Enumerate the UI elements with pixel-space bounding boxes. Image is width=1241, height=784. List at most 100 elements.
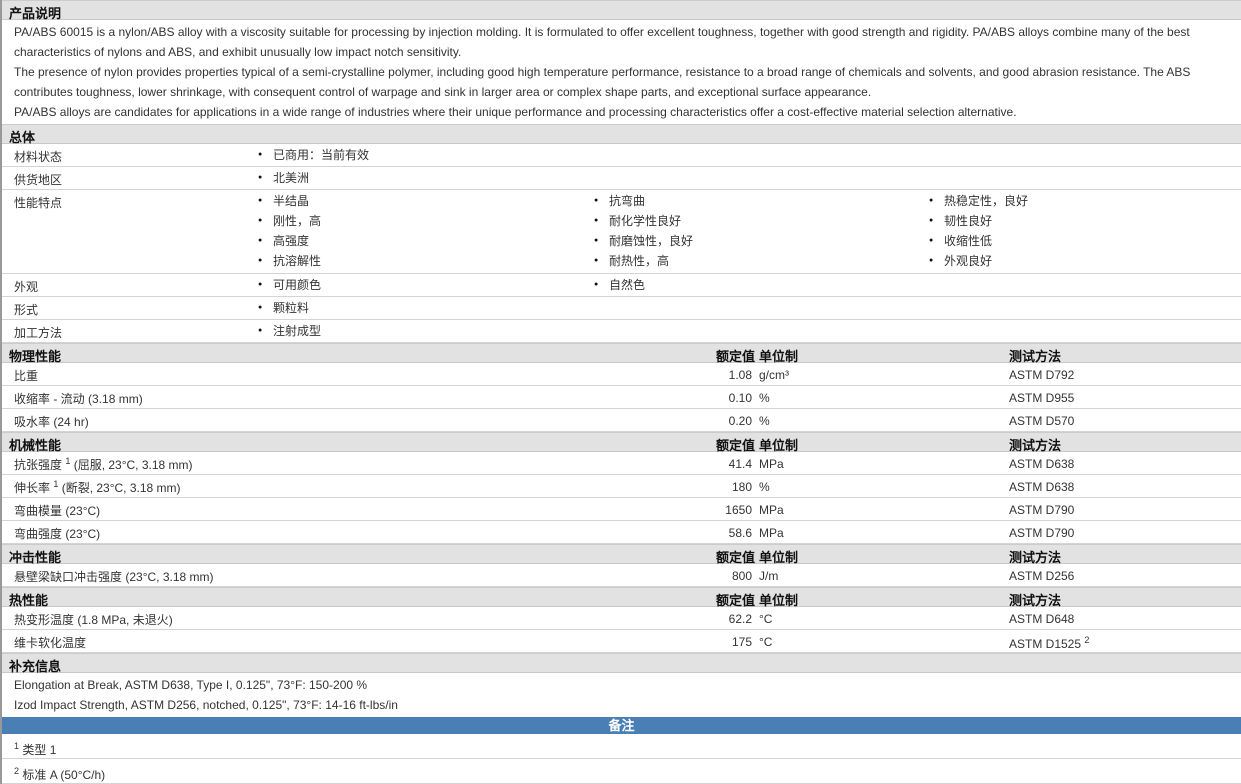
test-method: ASTM D790 (1009, 503, 1075, 517)
property-method: ASTM D792 (1009, 368, 1074, 382)
general-item: 注射成型 (258, 321, 321, 341)
property-value: 0.20 (728, 414, 752, 428)
property-value: 0.10 (728, 391, 752, 405)
property-value: 1.08 (728, 368, 752, 382)
section-header: 热性能 额定值 单位制 测试方法 (2, 587, 1241, 608)
property-name: 收缩率 (14, 392, 51, 406)
test-method: ASTM D790 (1009, 526, 1075, 540)
property-value: 180 (731, 480, 752, 494)
property-condition: (断裂, 23°C, 3.18 mm) (58, 481, 181, 495)
property-label: 弯曲模量 (23°C) (14, 502, 100, 519)
note-row: 2 标准 A (50°C/h) (2, 759, 1241, 784)
property-value: 800 (731, 569, 752, 583)
property-condition: (屈服, 23°C, 3.18 mm) (70, 458, 193, 472)
general-item: 韧性良好 (929, 211, 992, 231)
property-method: ASTM D1525 2 (1009, 635, 1089, 651)
section-header: 机械性能 额定值 单位制 测试方法 (2, 432, 1241, 453)
general-item: 半结晶 (258, 191, 309, 211)
datasheet: 产品说明 PA/ABS 60015 is a nylon/ABS alloy w… (0, 0, 1241, 784)
property-row: 悬壁梁缺口冲击强度 (23°C, 3.18 mm) 800 J/m ASTM D256 (2, 564, 1241, 587)
property-label: 维卡软化温度 (14, 634, 86, 651)
test-method: ASTM D648 (1009, 612, 1075, 626)
section-header-supplement: 补充信息 (2, 653, 1241, 674)
property-unit: MPa (759, 457, 784, 471)
general-item: 抗弯曲 (594, 191, 645, 211)
property-unit: °C (759, 635, 773, 649)
property-name: 悬壁梁缺口冲击强度 (14, 570, 123, 584)
property-unit: J/m (759, 569, 779, 583)
general-item: 自然色 (594, 275, 645, 295)
property-row: 吸水率 (24 hr) 0.20% ASTM D570 (2, 409, 1241, 432)
property-condition: (23°C, 3.18 mm) (122, 570, 214, 584)
property-row: 抗张强度 1 (屈服, 23°C, 3.18 mm) 41.4 MPa ASTM D6… (2, 452, 1241, 475)
property-row: 收缩率 - 流动 (3.18 mm) 0.10% ASTM D955 (2, 386, 1241, 409)
property-label: 悬壁梁缺口冲击强度 (23°C, 3.18 mm) (14, 568, 214, 585)
test-method: ASTM D638 (1009, 457, 1075, 471)
section-header-description: 产品说明 (2, 0, 1241, 21)
property-name: 抗张强度 (14, 458, 63, 472)
general-row-label: 供货地区 (14, 173, 63, 187)
property-value: 41.4 (728, 457, 752, 471)
note-row: 1 类型 1 (2, 734, 1241, 759)
section-header: 冲击性能 额定值 单位制 测试方法 (2, 544, 1241, 565)
property-condition: - 流动 (3.18 mm) (50, 392, 143, 406)
general-row-label: 性能特点 (14, 196, 63, 210)
property-method: ASTM D955 (1009, 391, 1074, 405)
property-label: 比重 (14, 367, 38, 384)
general-item: 已商用：当前有效 (258, 145, 369, 165)
supplement-line: Izod Impact Strength, ASTM D256, notched… (14, 698, 398, 712)
section-header-general: 总体 (2, 124, 1241, 145)
general-item: 热稳定性，良好 (929, 191, 1028, 211)
property-name: 弯曲模量 (14, 504, 63, 518)
property-label: 吸水率 (24 hr) (14, 413, 89, 430)
property-label: 热变形温度 (1.8 MPa, 未退火) (14, 611, 173, 628)
test-method: ASTM D256 (1009, 569, 1075, 583)
property-unit: % (759, 414, 770, 428)
property-label: 弯曲强度 (23°C) (14, 525, 100, 542)
property-method: ASTM D790 (1009, 503, 1074, 517)
general-item: 高强度 (258, 231, 309, 251)
property-row: 热变形温度 (1.8 MPa, 未退火) 62.2 °C ASTM D648 (2, 607, 1241, 630)
general-item: 可用颜色 (258, 275, 321, 295)
test-method: ASTM D638 (1009, 480, 1075, 494)
section-header: 物理性能 额定值 单位制 测试方法 (2, 343, 1241, 364)
general-row-label: 形式 (14, 303, 39, 317)
property-method: ASTM D638 (1009, 480, 1074, 494)
property-condition: (23°C) (62, 504, 101, 518)
general-item: 外观良好 (929, 251, 992, 271)
property-name: 比重 (14, 369, 39, 383)
property-label: 伸长率 1 (断裂, 23°C, 3.18 mm) (14, 479, 181, 496)
property-method: ASTM D256 (1009, 569, 1074, 583)
general-row: 加工方法 注射成型 (2, 320, 1241, 343)
description-paragraph: PA/ABS alloys are candidates for applica… (14, 105, 1017, 119)
general-row: 材料状态 已商用：当前有效 (2, 144, 1241, 167)
description-block: PA/ABS 60015 is a nylon/ABS alloy with a… (2, 20, 1241, 124)
test-method: ASTM D570 (1009, 414, 1075, 428)
property-unit: g/cm³ (759, 368, 789, 382)
general-item: 刚性，高 (258, 211, 321, 231)
general-row: 性能特点 半结晶刚性，高高强度抗溶解性 抗弯曲耐化学性良好耐磨蚀性，良好耐热性，高 热… (2, 190, 1241, 274)
property-method: ASTM D790 (1009, 526, 1074, 540)
general-row: 供货地区 北美洲 (2, 167, 1241, 190)
property-unit: °C (759, 612, 773, 626)
property-unit: MPa (759, 526, 784, 540)
general-item: 抗溶解性 (258, 251, 321, 271)
property-value: 1650 (725, 503, 752, 517)
property-value: 175 (731, 635, 752, 649)
general-row: 外观 可用颜色 自然色 (2, 274, 1241, 297)
general-row-label: 材料状态 (14, 150, 63, 164)
general-item: 耐化学性良好 (594, 211, 681, 231)
test-method: ASTM D955 (1009, 391, 1075, 405)
property-condition: (24 hr) (50, 415, 89, 429)
property-method: ASTM D570 (1009, 414, 1074, 428)
property-value: 62.2 (728, 612, 752, 626)
supplement-line: Elongation at Break, ASTM D638, Type I, … (14, 678, 368, 692)
general-table: 材料状态 已商用：当前有效供货地区 北美洲性能特点 半结晶刚性，高高强度抗溶解性 抗弯曲… (2, 144, 1241, 343)
property-name: 热变形温度 (14, 613, 75, 627)
property-row: 维卡软化温度 175 °C ASTM D1525 2 (2, 630, 1241, 653)
description-paragraph: The presence of nylon provides propertie… (14, 65, 1191, 99)
supplement-block: Elongation at Break, ASTM D638, Type I, … (2, 673, 1241, 717)
property-name: 弯曲强度 (14, 527, 63, 541)
notes-header: 备注 (2, 717, 1241, 734)
general-item: 颗粒料 (258, 298, 309, 318)
